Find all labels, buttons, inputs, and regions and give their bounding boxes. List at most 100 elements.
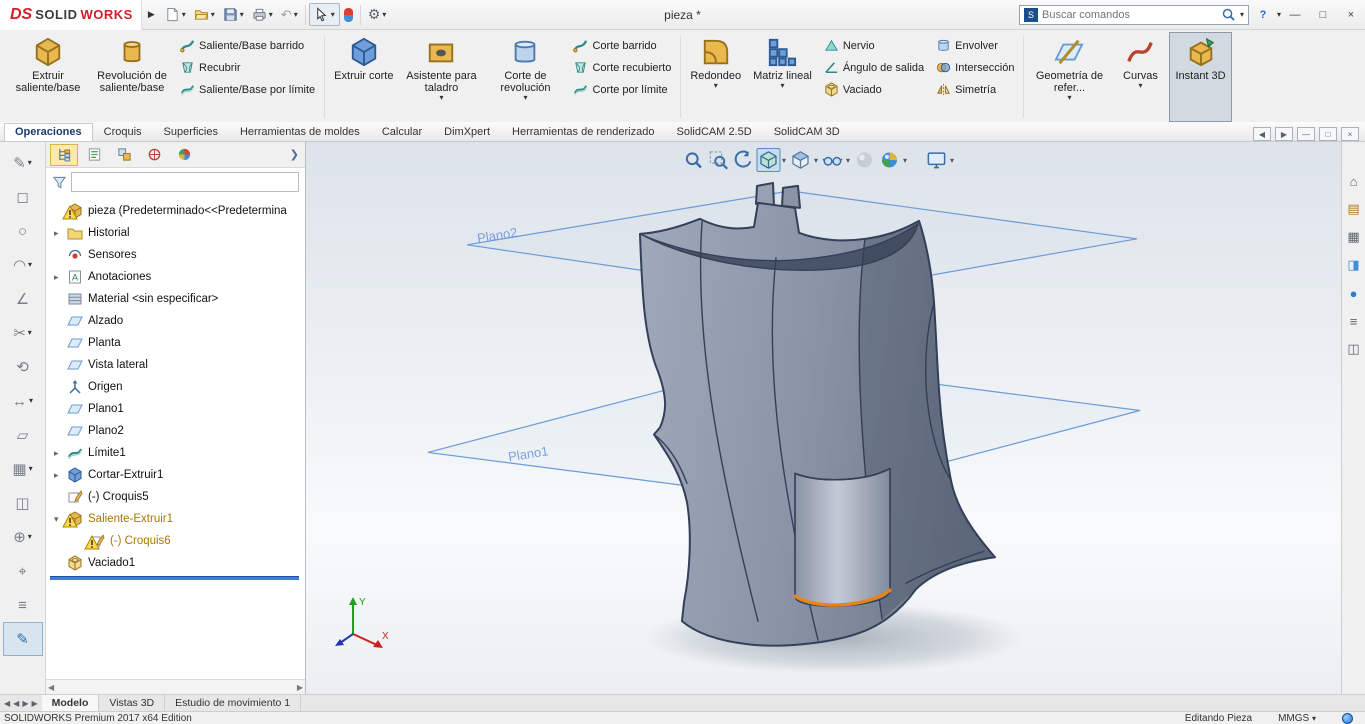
previous-view-icon[interactable] — [731, 148, 755, 172]
revolve-boss-button[interactable]: Revolución de saliente/base — [90, 32, 174, 122]
command-search[interactable]: S ▾ — [1018, 4, 1249, 25]
undo-button[interactable]: ↶ ▾ — [277, 4, 302, 26]
tab-croquis[interactable]: Croquis — [93, 123, 153, 141]
custom-properties-icon[interactable]: ≡ — [1344, 312, 1364, 330]
restore-button[interactable]: □ — [1309, 4, 1337, 26]
logo-expand-arrow-icon[interactable]: ▶ — [142, 9, 161, 20]
caret-icon[interactable]: ▾ — [845, 156, 851, 165]
units-selector[interactable]: MMGS ▾ — [1278, 713, 1316, 724]
tree-item-part-root[interactable]: pieza (Predeterminado<<Predetermina — [46, 200, 305, 222]
expand-arrow-icon[interactable]: ▸ — [54, 470, 67, 481]
loft-cut-button[interactable]: Corte recubierto — [569, 58, 675, 77]
left-tool-move-icon[interactable]: ↔ ▾ — [3, 384, 43, 418]
tree-item-vaciado1[interactable]: Vaciado1 — [46, 552, 305, 574]
tab-herramientas-de-renderizado[interactable]: Herramientas de renderizado — [501, 123, 665, 141]
tab-scroll-prev-icon[interactable]: ◀ — [13, 699, 19, 708]
dimxpertmanager-tab[interactable] — [140, 144, 168, 166]
hole-wizard-button[interactable]: Asistente para taladro ▾ — [399, 32, 483, 122]
fillet-button[interactable]: Redondeo ▾ — [684, 32, 747, 122]
loft-button[interactable]: Recubrir — [176, 58, 319, 77]
propertymanager-tab[interactable] — [80, 144, 108, 166]
draft-button[interactable]: Ángulo de salida — [820, 58, 928, 77]
filter-funnel-icon[interactable] — [52, 175, 67, 190]
revolve-cut-button[interactable]: Corte de revolución ▾ — [483, 32, 567, 122]
tree-item-alzado[interactable]: Alzado — [46, 310, 305, 332]
search-icon[interactable] — [1221, 7, 1236, 22]
left-tool-sketch-icon[interactable]: ✎ ▾ — [3, 146, 43, 180]
view-settings-icon[interactable] — [924, 148, 948, 172]
tab-herramientas-de-moldes[interactable]: Herramientas de moldes — [229, 123, 371, 141]
expand-arrow-icon[interactable]: ▸ — [54, 448, 67, 459]
file-explorer-icon[interactable]: ▦ — [1344, 228, 1364, 246]
display-style-icon[interactable] — [788, 148, 812, 172]
appearances-icon[interactable]: ● — [1344, 284, 1364, 302]
tree-item-cortar-extruir1[interactable]: ▸ Cortar-Extruir1 — [46, 464, 305, 486]
tree-item-material[interactable]: Material <sin especificar> — [46, 288, 305, 310]
reference-geometry-button[interactable]: Geometría de refer... ▾ — [1027, 32, 1111, 122]
scroll-left-icon[interactable]: ◀ — [48, 683, 54, 692]
swept-boss-button[interactable]: Saliente/Base barrido — [176, 36, 319, 55]
tree-item-anotaciones[interactable]: ▸ Anotaciones — [46, 266, 305, 288]
left-tool-relations-icon[interactable]: ≡ — [3, 588, 43, 622]
panel-horizontal-scrollbar[interactable]: ◀ ▶ — [46, 679, 305, 694]
help-button[interactable]: ? — [1249, 4, 1277, 26]
configurationmanager-tab[interactable] — [110, 144, 138, 166]
wrap-button[interactable]: Envolver — [932, 36, 1018, 55]
tab-modelo[interactable]: Modelo — [41, 695, 100, 711]
tab-estudio-de-movimiento[interactable]: Estudio de movimiento 1 — [165, 695, 302, 711]
tab-calcular[interactable]: Calcular — [371, 123, 433, 141]
tree-item-saliente-extruir1[interactable]: ▾ Saliente-Extruir1 — [46, 508, 305, 530]
tree-item-croquis5[interactable]: (-) Croquis5 — [46, 486, 305, 508]
boundary-boss-button[interactable]: Saliente/Base por límite — [176, 80, 319, 99]
tab-scroll-first-icon[interactable]: ◀ — [4, 699, 10, 708]
print-button[interactable]: ▾ — [248, 4, 277, 25]
zoom-fit-icon[interactable] — [681, 148, 705, 172]
rebuild-button[interactable] — [340, 5, 357, 25]
tab-dimxpert[interactable]: DimXpert — [433, 123, 501, 141]
left-tool-circle-icon[interactable]: ○ — [3, 214, 43, 248]
model-3d-scene[interactable]: Plano2 Plano1 — [306, 142, 1341, 694]
scroll-right-icon[interactable]: ▶ — [297, 683, 303, 692]
search-input[interactable] — [1041, 8, 1217, 21]
tab-operaciones[interactable]: Operaciones — [4, 123, 93, 141]
doc-minimize-icon[interactable]: — — [1297, 127, 1315, 141]
left-tool-dimension-icon[interactable]: ⊕ ▾ — [3, 520, 43, 554]
options-button[interactable]: ⚙ ▾ — [364, 3, 391, 26]
left-tool-trim-icon[interactable]: ✂ ▾ — [3, 316, 43, 350]
pane-collapse-right-icon[interactable]: ▶ — [1275, 127, 1293, 141]
open-file-button[interactable]: ▾ — [190, 4, 219, 25]
doc-restore-icon[interactable]: □ — [1319, 127, 1337, 141]
extrude-boss-button[interactable]: Extruir saliente/base — [6, 32, 90, 122]
mirror-button[interactable]: Simetría — [932, 80, 1018, 99]
boundary-cut-button[interactable]: Corte por límite — [569, 80, 675, 99]
left-tool-pattern-icon[interactable]: ▦ ▾ — [3, 452, 43, 486]
featuremanager-tree-tab[interactable] — [50, 143, 78, 166]
select-tool-button[interactable]: ▾ — [308, 3, 340, 26]
design-library-icon[interactable]: ▤ — [1344, 200, 1364, 218]
left-tool-rotate-icon[interactable]: ⟲ — [3, 350, 43, 384]
left-tool-edit-sketch-icon[interactable]: ✎ — [2, 622, 43, 656]
tree-item-limite1[interactable]: ▸ Límite1 — [46, 442, 305, 464]
view-orientation-icon[interactable] — [755, 148, 780, 172]
tree-item-croquis6[interactable]: (-) Croquis6 — [46, 530, 305, 552]
left-tool-angle-icon[interactable]: ∠ — [3, 282, 43, 316]
shell-button[interactable]: Vaciado — [820, 80, 928, 99]
zoom-area-icon[interactable] — [706, 148, 730, 172]
caret-icon[interactable]: ▾ — [1240, 10, 1244, 19]
tab-solidcam-3d[interactable]: SolidCAM 3D — [763, 123, 851, 141]
graphics-viewport[interactable]: Plano2 Plano1 ▾ ▾ ▾ ▾ ▾ Y X — [306, 142, 1341, 694]
linear-pattern-button[interactable]: Matriz lineal ▾ — [747, 32, 818, 122]
save-button[interactable]: ▾ — [219, 4, 248, 25]
tree-item-historial[interactable]: ▸ Historial — [46, 222, 305, 244]
forum-icon[interactable]: ◫ — [1344, 340, 1364, 358]
left-tool-arc-icon[interactable]: ◠ ▾ — [3, 248, 43, 282]
rollback-bar[interactable] — [50, 576, 299, 580]
curves-button[interactable]: Curvas ▾ — [1111, 32, 1169, 122]
tree-item-planta[interactable]: Planta — [46, 332, 305, 354]
left-tool-mirror-icon[interactable]: ◫ — [3, 486, 43, 520]
tree-item-sensores[interactable]: Sensores — [46, 244, 305, 266]
tree-item-plano1[interactable]: Plano1 — [46, 398, 305, 420]
caret-icon[interactable]: ▾ — [781, 156, 787, 165]
new-file-button[interactable]: ▾ — [161, 4, 190, 25]
home-icon[interactable]: ⌂ — [1344, 172, 1364, 190]
